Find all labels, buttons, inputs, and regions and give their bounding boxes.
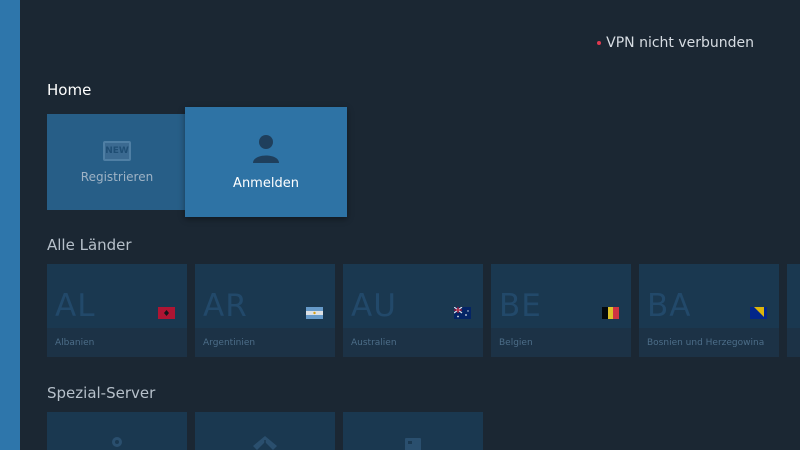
country-name: Argentinien [203, 338, 256, 348]
country-code: BE [499, 288, 542, 324]
country-card-albania[interactable]: AL Albanien [47, 264, 187, 357]
country-name: Australien [351, 338, 397, 348]
special-server-card-shield[interactable] [195, 412, 335, 450]
new-badge-icon: NEW [103, 140, 131, 161]
location-pin-icon [112, 437, 122, 447]
server-icon [405, 438, 421, 450]
country-card-bosnia[interactable]: BA Bosnien und Herzegowina [639, 264, 779, 357]
flag-argentina-icon [306, 307, 323, 319]
country-card-belgium[interactable]: BE Belgien [491, 264, 631, 357]
flag-bosnia-icon [750, 307, 767, 319]
login-tile[interactable]: Anmelden [185, 107, 347, 217]
user-icon [253, 134, 279, 163]
country-code: BA [647, 288, 692, 324]
home-section-title: Home [47, 81, 92, 99]
country-code: AL [55, 288, 96, 324]
vpn-status-text: VPN nicht verbunden [606, 35, 754, 51]
register-tile[interactable]: NEW Registrieren [47, 114, 187, 210]
country-card-next[interactable] [787, 264, 800, 357]
country-card-australia[interactable]: AU Australien [343, 264, 483, 357]
vpn-status-dot [597, 41, 602, 45]
flag-albania-icon [158, 307, 175, 319]
country-name: Albanien [55, 338, 95, 348]
country-code: AU [351, 288, 397, 324]
login-label: Anmelden [233, 175, 299, 191]
flag-australia-icon [454, 307, 471, 319]
country-code: AR [203, 288, 248, 324]
shield-icon [253, 436, 277, 450]
country-card-argentina[interactable]: AR Argentinien [195, 264, 335, 357]
countries-section-title: Alle Länder [47, 236, 132, 254]
register-label: Registrieren [80, 169, 154, 184]
side-rail [0, 0, 20, 450]
special-section-title: Spezial-Server [47, 384, 156, 402]
country-name: Bosnien und Herzegowina [647, 338, 765, 348]
special-server-card-server[interactable] [343, 412, 483, 450]
flag-belgium-icon [602, 307, 619, 319]
vpn-status: VPN nicht verbunden [597, 35, 754, 51]
special-server-card-location[interactable] [47, 412, 187, 450]
country-name: Belgien [499, 338, 533, 348]
